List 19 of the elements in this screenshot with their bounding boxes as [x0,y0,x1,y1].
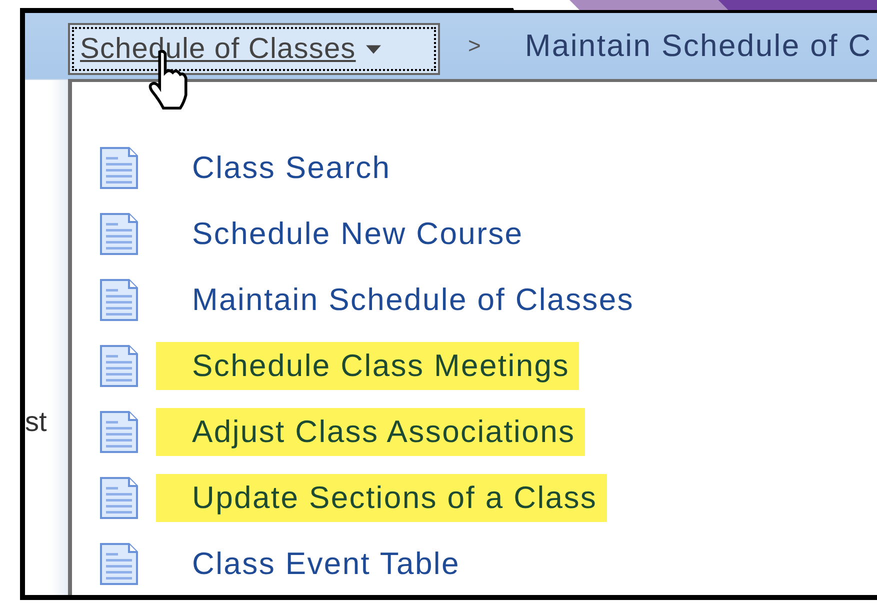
document-icon [100,477,138,519]
document-icon [100,213,138,255]
document-icon [100,411,138,453]
side-text: st [25,406,47,438]
menu-item-link[interactable]: Maintain Schedule of Classes [182,276,644,324]
document-icon [100,543,138,585]
document-icon [100,279,138,321]
menu-item-link[interactable]: Class Event Table [182,540,470,588]
menu-item-link[interactable]: Adjust Class Associations [156,408,586,456]
caret-icon [366,44,381,54]
document-icon [100,147,138,189]
breadcrumb-menu-button[interactable]: Schedule of Classes [68,23,440,75]
menu-item-link[interactable]: Class Search [182,144,401,192]
menu-item-link[interactable]: Schedule Class Meetings [156,342,580,390]
menu-item-link[interactable]: Update Sections of a Class [156,474,608,522]
document-icon [100,345,138,387]
menu-item-link[interactable]: Schedule New Course [182,210,534,258]
breadcrumb-separator: > [468,33,481,59]
breadcrumb-link[interactable]: Maintain Schedule of C [524,28,872,64]
